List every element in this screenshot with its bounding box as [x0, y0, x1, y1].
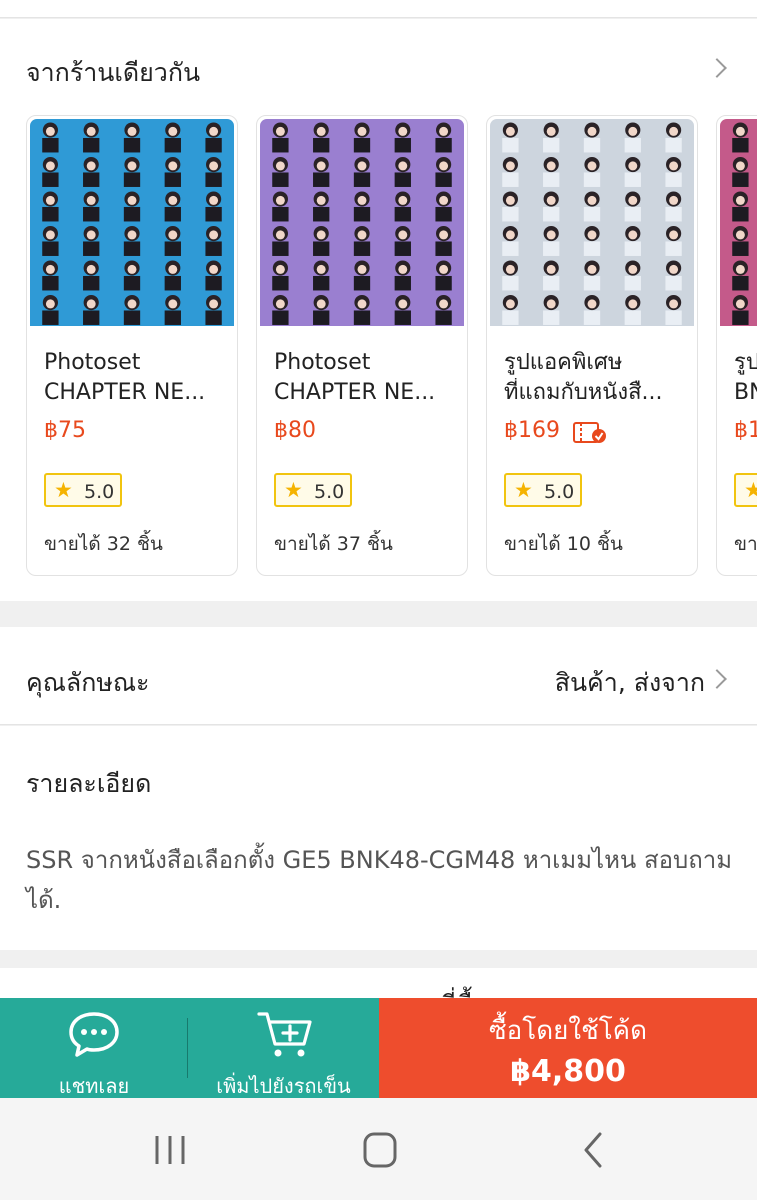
- same-shop-section: จากร้านเดียวกัน Photoset CHAPTER NE... ฿…: [0, 19, 757, 601]
- buy-with-code-label: ซื้อโดยใช้โค้ด: [489, 1016, 647, 1046]
- attributes-value: สินค้า, ส่งจาก: [554, 668, 705, 697]
- star-icon: ★: [514, 478, 533, 502]
- product-title-line: รูปแอคพิเศษ: [504, 350, 623, 375]
- star-icon: ★: [744, 479, 757, 501]
- product-card[interactable]: รูป BN ฿1 ★ ขา: [716, 115, 757, 576]
- product-title-line: Photoset: [274, 350, 371, 375]
- product-image: [720, 119, 757, 326]
- product-carousel[interactable]: Photoset CHAPTER NE... ฿75 ★ 5.0 ขายได้ …: [0, 115, 757, 577]
- cart-plus-icon: [257, 1012, 312, 1057]
- buy-price: ฿4,800: [510, 1054, 626, 1089]
- sold-count: ขายได้ 37 ชิ้น: [274, 533, 393, 555]
- product-title-line: CHAPTER NE...: [44, 380, 206, 405]
- top-divider-strip: [0, 0, 757, 18]
- recent-apps-icon[interactable]: [140, 1128, 200, 1172]
- chevron-right-icon[interactable]: [707, 58, 727, 78]
- rating-value: 5.0: [544, 481, 575, 503]
- home-icon[interactable]: [350, 1128, 410, 1172]
- product-photo-grid: [490, 119, 694, 326]
- product-image: [260, 119, 464, 326]
- product-price: ฿75: [44, 418, 86, 443]
- attributes-row[interactable]: คุณลักษณะ สินค้า, ส่งจาก: [0, 627, 757, 725]
- sold-count: ขา: [734, 533, 757, 555]
- buy-with-code-button[interactable]: ซื้อโดยใช้โค้ด ฿4,800: [379, 998, 757, 1098]
- product-photo-grid: [720, 119, 757, 326]
- sold-count: ขายได้ 32 ชิ้น: [44, 533, 163, 555]
- description-text: SSR จากหนังสือเลือกตั้ง GE5 BNK48-CGM48 …: [26, 846, 733, 914]
- chevron-right-icon: [707, 669, 727, 689]
- product-image: [490, 119, 694, 326]
- description-section: รายละเอียด SSR จากหนังสือเลือกตั้ง GE5 B…: [0, 726, 757, 950]
- product-price: ฿169: [504, 418, 560, 443]
- product-title: รูป BN: [734, 348, 757, 408]
- chat-bubble-icon: [69, 1012, 119, 1057]
- sold-count: ขายได้ 10 ชิ้น: [504, 533, 623, 555]
- product-title-line: รูป: [734, 350, 757, 375]
- product-card[interactable]: Photoset CHAPTER NE... ฿80 ★ 5.0 ขายได้ …: [256, 115, 468, 576]
- rating-badge: ★ 5.0: [274, 473, 352, 507]
- chat-now-button[interactable]: แชทเลย: [0, 998, 188, 1098]
- product-title: รูปแอคพิเศษ ที่แถมกับหนังสื...: [504, 348, 682, 408]
- rating-badge: ★ 5.0: [44, 473, 122, 507]
- product-title: Photoset CHAPTER NE...: [44, 348, 222, 408]
- bottom-action-bar: แชทเลย เพิ่มไปยังรถเข็น ซื้อโดยใช้โค้ด ฿…: [0, 998, 757, 1098]
- star-icon: ★: [284, 478, 303, 502]
- product-image: [30, 119, 234, 326]
- product-title-line: ที่แถมกับหนังสื...: [504, 380, 663, 405]
- product-price: ฿1: [734, 418, 757, 443]
- product-title-line: BN: [734, 380, 757, 405]
- back-icon[interactable]: [564, 1128, 624, 1172]
- product-title: Photoset CHAPTER NE...: [274, 348, 452, 408]
- description-title: รายละเอียด: [26, 769, 152, 798]
- same-shop-title: จากร้านเดียวกัน: [26, 58, 201, 87]
- rating-value: 5.0: [84, 481, 115, 503]
- add-to-cart-button[interactable]: เพิ่มไปยังรถเข็น: [188, 998, 379, 1098]
- coupon-icon: [573, 422, 606, 443]
- next-section-peek: ที่ซื้อ: [0, 968, 757, 998]
- rating-badge: ★ 5.0: [504, 473, 582, 507]
- product-photo-grid: [260, 119, 464, 326]
- product-price: ฿80: [274, 418, 316, 443]
- attributes-label: คุณลักษณะ: [26, 668, 150, 697]
- product-photo-grid: [30, 119, 234, 326]
- rating-badge: ★: [734, 473, 757, 507]
- product-card[interactable]: รูปแอคพิเศษ ที่แถมกับหนังสื... ฿169 ★ 5.…: [486, 115, 698, 576]
- rating-value: 5.0: [314, 481, 345, 503]
- product-card[interactable]: Photoset CHAPTER NE... ฿75 ★ 5.0 ขายได้ …: [26, 115, 238, 576]
- product-title-line: Photoset: [44, 350, 141, 375]
- system-navigation-bar: [0, 1098, 757, 1200]
- product-title-line: CHAPTER NE...: [274, 380, 436, 405]
- star-icon: ★: [54, 478, 73, 502]
- next-section-title: ที่ซื้อ: [440, 984, 487, 998]
